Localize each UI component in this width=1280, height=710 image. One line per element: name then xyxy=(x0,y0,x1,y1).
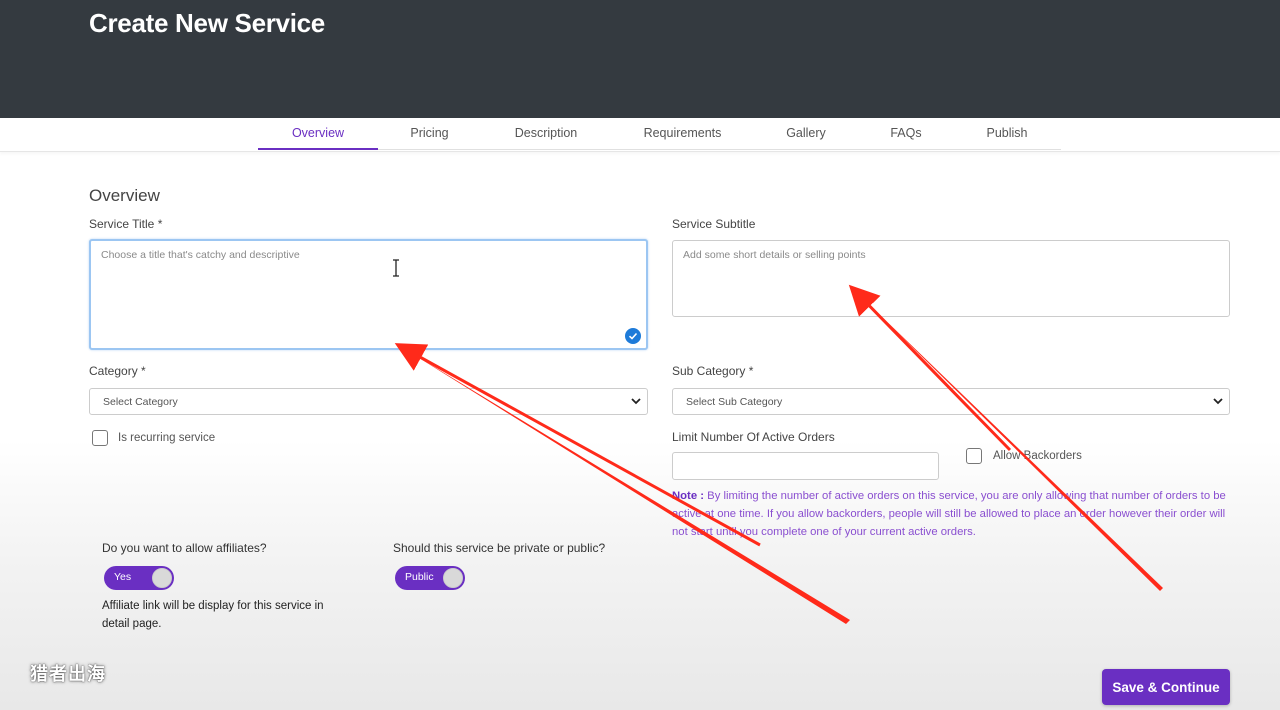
category-select[interactable]: Select Category xyxy=(89,388,648,415)
tab-bar: Overview Pricing Description Requirement… xyxy=(0,118,1280,152)
service-title-input[interactable] xyxy=(89,239,648,350)
affiliates-question: Do you want to allow affiliates? xyxy=(102,541,267,555)
sub-category-label: Sub Category * xyxy=(672,364,754,378)
recurring-checkbox[interactable] xyxy=(92,430,108,446)
limit-orders-label: Limit Number Of Active Orders xyxy=(672,430,835,444)
sub-category-select[interactable]: Select Sub Category xyxy=(672,388,1230,415)
service-subtitle-label: Service Subtitle xyxy=(672,217,756,231)
affiliate-note: Affiliate link will be display for this … xyxy=(102,600,324,630)
text-cursor-icon xyxy=(391,259,401,277)
page-header: Create New Service xyxy=(0,0,1280,118)
tab-gallery[interactable]: Gallery xyxy=(770,118,842,150)
visibility-toggle[interactable]: Public xyxy=(395,566,465,590)
tab-requirements[interactable]: Requirements xyxy=(630,118,735,150)
recurring-checkbox-label: Is recurring service xyxy=(118,432,216,444)
page-title: Create New Service xyxy=(89,8,325,38)
limit-orders-note: Note : By limiting the number of active … xyxy=(672,487,1232,541)
tab-overview[interactable]: Overview xyxy=(258,118,378,150)
limit-orders-input[interactable] xyxy=(672,452,939,480)
annotation-arrow-right xyxy=(850,286,1163,591)
section-heading: Overview xyxy=(89,186,160,205)
tab-publish[interactable]: Publish xyxy=(975,118,1039,150)
save-continue-button[interactable]: Save & Continue xyxy=(1102,669,1230,705)
toggle-knob xyxy=(443,568,463,588)
visibility-question: Should this service be private or public… xyxy=(393,541,606,555)
grammar-check-icon[interactable] xyxy=(625,328,641,344)
note-prefix: Note : xyxy=(672,490,705,502)
service-subtitle-input[interactable] xyxy=(672,240,1230,317)
category-select-value: Select Category xyxy=(103,396,178,408)
tab-faqs[interactable]: FAQs xyxy=(878,118,934,150)
toggle-knob xyxy=(152,568,172,588)
chevron-down-icon xyxy=(1212,395,1224,407)
chevron-down-icon xyxy=(630,395,642,407)
affiliates-toggle-label: Yes xyxy=(114,571,132,583)
sub-category-select-value: Select Sub Category xyxy=(686,396,783,408)
backorders-checkbox-label: Allow Backorders xyxy=(993,450,1082,462)
backorders-checkbox[interactable] xyxy=(966,448,982,464)
tab-description[interactable]: Description xyxy=(492,118,600,150)
watermark-text: 猎者出海 xyxy=(30,664,106,684)
category-label: Category * xyxy=(89,364,146,378)
visibility-toggle-label: Public xyxy=(405,571,434,583)
service-title-label: Service Title * xyxy=(89,217,163,231)
affiliates-toggle[interactable]: Yes xyxy=(104,566,174,590)
note-text: By limiting the number of active orders … xyxy=(672,490,1226,538)
tab-pricing[interactable]: Pricing xyxy=(378,118,481,150)
